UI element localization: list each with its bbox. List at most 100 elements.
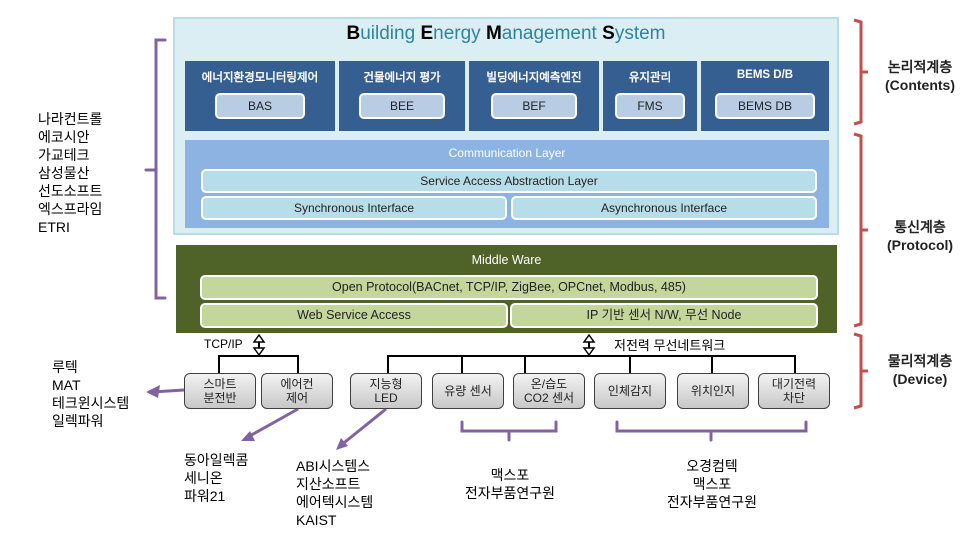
company-name: 선도소프트 bbox=[38, 183, 103, 199]
company-name: 일렉파워 bbox=[52, 413, 104, 429]
company-name: 오경컴텍 bbox=[686, 458, 738, 474]
company-name: 맥스포 bbox=[692, 476, 732, 492]
module-label: 건물에너지 평가 bbox=[363, 72, 441, 84]
asynchronous-interface[interactable]: Asynchronous Interface bbox=[511, 196, 817, 220]
device-standby-power-cutoff[interactable]: 대기전력 차단 bbox=[758, 373, 830, 409]
company-name: ABI시스템스 bbox=[296, 458, 371, 474]
led-arrow bbox=[339, 407, 387, 448]
device-location-awareness[interactable]: 위치인지 bbox=[677, 373, 749, 409]
module-bems-db: BEMS D/B BEMS DB bbox=[701, 61, 829, 131]
module-fms: 유지관리 FMS bbox=[603, 61, 697, 131]
company-name: 삼성물산 bbox=[38, 165, 90, 181]
bems-title: Building Energy Management System bbox=[346, 23, 666, 44]
sensors-a-companies: 맥스포 전자부품연구원 bbox=[440, 466, 580, 502]
company-name: 가교테크 bbox=[38, 147, 90, 163]
device-label: 위치인지 bbox=[690, 384, 736, 398]
protocol-bracket bbox=[853, 132, 868, 328]
module-label: 유지관리 bbox=[628, 72, 672, 84]
middleware-title: Middle Ware bbox=[471, 253, 542, 267]
company-name: 파워21 bbox=[184, 488, 226, 504]
device-label: 유량 센서 bbox=[444, 384, 492, 398]
web-service-access[interactable]: Web Service Access bbox=[200, 303, 508, 328]
company-name: 세니온 bbox=[184, 470, 223, 486]
device-label: 지능형 bbox=[369, 377, 403, 391]
layer-label-contents: 논리적계층 (Contents) bbox=[870, 58, 970, 94]
contents-layer-panel: Building Energy Management System 에너지환경모… bbox=[173, 17, 839, 235]
communication-layer-panel: Communication Layer Service Access Abstr… bbox=[185, 140, 829, 228]
layer-name: 논리적계층 bbox=[887, 59, 953, 75]
device-label: 스마트 bbox=[203, 377, 237, 391]
device-label: 온/습도 bbox=[530, 377, 568, 391]
device-bracket bbox=[853, 332, 868, 410]
wireless-network-label: 저전력 무선네트워크 bbox=[614, 338, 726, 353]
company-name: 에코시안 bbox=[38, 129, 90, 145]
aircon-arrow bbox=[245, 407, 299, 440]
device-aircon-control[interactable]: 에어컨 제어 bbox=[261, 373, 333, 409]
device-label: CO2 센서 bbox=[523, 391, 575, 405]
company-name: 지산소프트 bbox=[296, 476, 361, 492]
company-name: 루텍 bbox=[52, 359, 78, 375]
company-name: KAIST bbox=[296, 512, 337, 528]
company-name: ETRI bbox=[38, 219, 70, 235]
device-label: 차단 bbox=[782, 391, 806, 405]
company-name: 에어텍시스템 bbox=[296, 494, 374, 510]
communication-layer-title: Communication Layer bbox=[448, 146, 566, 160]
aircon-companies: 동아일렉콤 세니온 파워21 bbox=[184, 451, 248, 505]
smart-panel-companies: 루텍 MAT 테크윈시스템 일렉파워 bbox=[52, 358, 129, 430]
layer-sub: (Device) bbox=[892, 371, 948, 387]
module-bef: 빌딩에너지예측엔진 BEF bbox=[469, 61, 599, 131]
module-label: 빌딩에너지예측엔진 bbox=[486, 72, 582, 84]
module-bee: 건물에너지 평가 BEE bbox=[339, 61, 465, 131]
layer-sub: (Protocol) bbox=[886, 237, 954, 253]
company-name: 맥스포 bbox=[490, 467, 530, 483]
tcpip-tree bbox=[218, 355, 299, 373]
company-name: 전자부품연구원 bbox=[666, 494, 758, 510]
synchronous-interface[interactable]: Synchronous Interface bbox=[201, 196, 507, 220]
software-companies: 나라컨트롤 에코시안 가교테크 삼성물산 선도소프트 엑스프라임 ETRI bbox=[38, 110, 102, 236]
module-label: BEMS D/B bbox=[736, 69, 794, 81]
device-label: 에어컨 bbox=[280, 377, 314, 391]
middleware-panel: Middle Ware Open Protocol(BACnet, TCP/IP… bbox=[176, 245, 837, 333]
layer-label-protocol: 통신계층 (Protocol) bbox=[870, 218, 970, 254]
software-bracket bbox=[144, 38, 167, 300]
contents-bracket bbox=[853, 18, 868, 126]
device-label: 인체감지 bbox=[607, 384, 653, 398]
company-name: 나라컨트롤 bbox=[38, 111, 103, 127]
layer-sub: (Contents) bbox=[885, 77, 955, 93]
device-flow-sensor[interactable]: 유량 센서 bbox=[432, 373, 504, 409]
service-access-abstraction-layer[interactable]: Service Access Abstraction Layer bbox=[201, 169, 817, 193]
module-code-button[interactable]: BEF bbox=[491, 93, 577, 119]
tcpip-label: TCP/IP bbox=[204, 337, 243, 351]
layer-label-device: 물리적계층 (Device) bbox=[870, 352, 970, 388]
device-smart-panel[interactable]: 스마트 분전반 bbox=[184, 373, 256, 409]
sensors-b-companies: 오경컴텍 맥스포 전자부품연구원 bbox=[642, 457, 782, 511]
ip-sensor-network[interactable]: IP 기반 센서 N/W, 무선 Node bbox=[510, 303, 818, 328]
module-bas: 에너지환경모니터링제어 BAS bbox=[185, 61, 335, 131]
device-label: 대기전력 bbox=[771, 377, 817, 391]
wireless-arrow-icon bbox=[582, 333, 596, 357]
wireless-tree bbox=[387, 355, 796, 373]
module-code-button[interactable]: BEE bbox=[359, 93, 445, 119]
device-smart-led[interactable]: 지능형 LED bbox=[350, 373, 422, 409]
module-code-button[interactable]: BAS bbox=[215, 93, 305, 119]
device-motion-detection[interactable]: 인체감지 bbox=[594, 373, 666, 409]
module-code-button[interactable]: BEMS DB bbox=[715, 93, 815, 119]
layer-name: 물리적계층 bbox=[887, 353, 953, 369]
module-code-button[interactable]: FMS bbox=[615, 93, 685, 119]
device-label: 제어 bbox=[285, 391, 309, 405]
sensors-a-bracket bbox=[460, 420, 558, 442]
company-name: 테크윈시스템 bbox=[52, 395, 130, 411]
company-name: 동아일렉콤 bbox=[184, 452, 249, 468]
company-name: 전자부품연구원 bbox=[464, 485, 556, 501]
open-protocol-bar[interactable]: Open Protocol(BACnet, TCP/IP, ZigBee, OP… bbox=[200, 275, 818, 300]
sensors-b-bracket bbox=[615, 420, 808, 442]
module-label: 에너지환경모니터링제어 bbox=[201, 72, 319, 84]
device-label: LED bbox=[374, 391, 398, 405]
device-temp-humidity-co2-sensor[interactable]: 온/습도 CO2 센서 bbox=[513, 373, 585, 409]
led-companies: ABI시스템스 지산소프트 에어텍시스템 KAIST bbox=[296, 457, 373, 529]
company-name: 엑스프라임 bbox=[38, 201, 103, 217]
layer-name: 통신계층 bbox=[894, 219, 946, 235]
tcpip-arrow-icon bbox=[252, 333, 266, 357]
company-name: MAT bbox=[52, 377, 81, 393]
device-label: 분전반 bbox=[203, 391, 237, 405]
